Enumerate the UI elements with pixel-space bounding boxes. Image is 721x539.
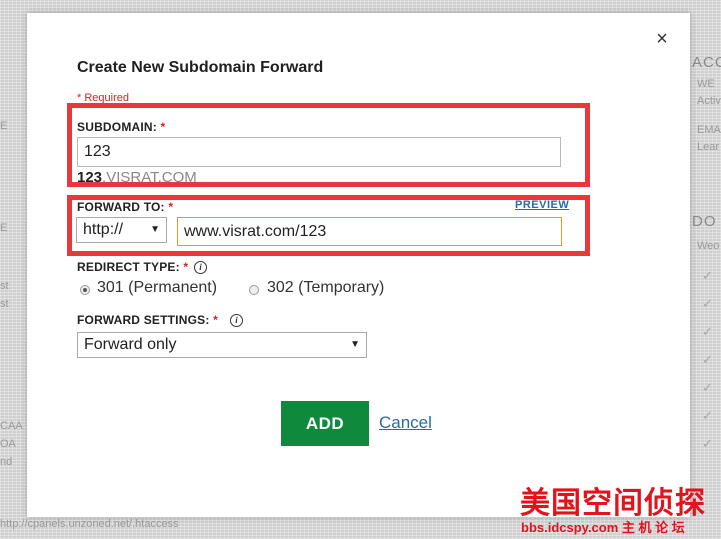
redirect-type-label: REDIRECT TYPE: * <box>77 260 188 274</box>
preview-link[interactable]: PREVIEW <box>515 199 569 211</box>
bg-text: Weo <box>697 240 720 252</box>
bg-check-icon: ✓ <box>702 380 713 395</box>
forward-url-input[interactable] <box>177 217 562 246</box>
forward-settings-value: Forward only <box>84 336 177 353</box>
required-mark: * <box>168 200 174 214</box>
subdomain-preview: 123.VISRAT.COM <box>77 169 197 185</box>
chevron-down-icon: ▼ <box>350 339 360 350</box>
radio-301[interactable] <box>80 285 90 295</box>
bg-heading: ACC <box>692 54 721 71</box>
chevron-down-icon: ▼ <box>150 224 160 235</box>
bg-text: OA <box>0 438 16 450</box>
subdomain-preview-prefix: 123 <box>77 169 103 185</box>
bg-check-icon: ✓ <box>702 436 713 451</box>
bg-text: Lear <box>697 141 720 153</box>
forward-settings-label: FORWARD SETTINGS: * <box>77 313 218 327</box>
cancel-link[interactable]: Cancel <box>379 413 432 433</box>
bg-check-icon: ✓ <box>702 352 713 367</box>
bg-text: st <box>0 280 9 292</box>
subdomain-preview-domain: .VISRAT.COM <box>102 169 197 185</box>
info-icon[interactable]: i <box>230 314 243 327</box>
close-icon[interactable]: × <box>654 29 670 49</box>
required-mark: * <box>213 313 218 327</box>
forward-settings-label-text: FORWARD SETTINGS: <box>77 313 210 327</box>
bg-check-icon: ✓ <box>702 408 713 423</box>
info-icon[interactable]: i <box>194 261 207 274</box>
bg-check-icon: ✓ <box>702 324 713 339</box>
bg-text: CAA <box>0 420 23 432</box>
watermark-logo: 美国空间侦探 bbs.idcspy.com 主 机 论 坛 <box>520 478 720 538</box>
bg-text: EMA <box>697 124 721 136</box>
watermark-chinese: 美国空间侦探 <box>520 486 706 521</box>
bg-text: E <box>0 120 8 132</box>
bg-text: E <box>0 222 8 234</box>
bg-heading: DO <box>692 213 717 230</box>
forward-to-label-text: FORWARD TO: <box>77 200 165 214</box>
add-button[interactable]: ADD <box>281 401 369 446</box>
protocol-select-value: http:// <box>83 221 124 238</box>
required-note: * Required <box>77 92 129 104</box>
bg-text: nd <box>0 456 13 468</box>
radio-302-label[interactable]: 302 (Temporary) <box>267 279 384 297</box>
bg-check-icon: ✓ <box>702 268 713 283</box>
forward-to-label: FORWARD TO: * <box>77 200 173 214</box>
bg-check-icon: ✓ <box>702 296 713 311</box>
forward-settings-select[interactable]: Forward only ▼ <box>77 332 367 358</box>
subdomain-label: SUBDOMAIN: * <box>77 120 165 134</box>
subdomain-forward-dialog: × Create New Subdomain Forward * Require… <box>27 13 690 517</box>
bg-text: WE <box>697 78 715 90</box>
redirect-type-label-text: REDIRECT TYPE: <box>77 260 180 274</box>
bg-text: st <box>0 298 9 310</box>
dialog-title: Create New Subdomain Forward <box>77 59 324 76</box>
required-mark: * <box>183 260 189 274</box>
bg-text: http://cpanels.unzoned.net/.htaccess <box>0 518 179 530</box>
watermark-url: bbs.idcspy.com 主 机 论 坛 <box>521 520 685 535</box>
radio-302[interactable] <box>249 285 259 295</box>
radio-301-label[interactable]: 301 (Permanent) <box>97 279 217 297</box>
subdomain-label-text: SUBDOMAIN: <box>77 120 157 134</box>
required-mark: * <box>160 120 166 134</box>
bg-text: Activ <box>697 95 721 107</box>
protocol-select[interactable]: http:// ▼ <box>76 217 167 243</box>
subdomain-input[interactable] <box>77 137 561 167</box>
